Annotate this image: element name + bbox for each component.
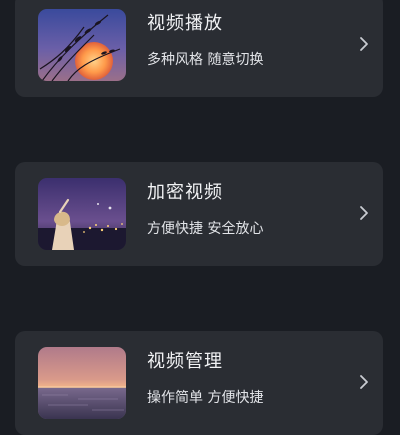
feature-card-video-management[interactable]: 视频管理 操作简单 方便快捷 [15, 331, 383, 435]
feature-card-video-playback[interactable]: 视频播放 多种风格 随意切换 [15, 0, 383, 97]
card-subtitle: 多种风格 随意切换 [147, 52, 264, 68]
feature-card-encrypted-video[interactable]: 加密视频 方便快捷 安全放心 [15, 162, 383, 266]
night-city-girl-image [38, 178, 126, 250]
card-subtitle: 操作简单 方便快捷 [147, 390, 264, 406]
card-title: 视频播放 [147, 13, 223, 34]
chevron-right-icon[interactable] [357, 204, 371, 222]
card-title: 加密视频 [147, 182, 223, 203]
card-subtitle: 方便快捷 安全放心 [147, 221, 264, 237]
card-title: 视频管理 [147, 351, 223, 372]
sea-sunset-image [38, 347, 126, 419]
chevron-right-icon[interactable] [357, 373, 371, 391]
chevron-right-icon[interactable] [357, 35, 371, 53]
sunset-reeds-image [38, 9, 126, 81]
